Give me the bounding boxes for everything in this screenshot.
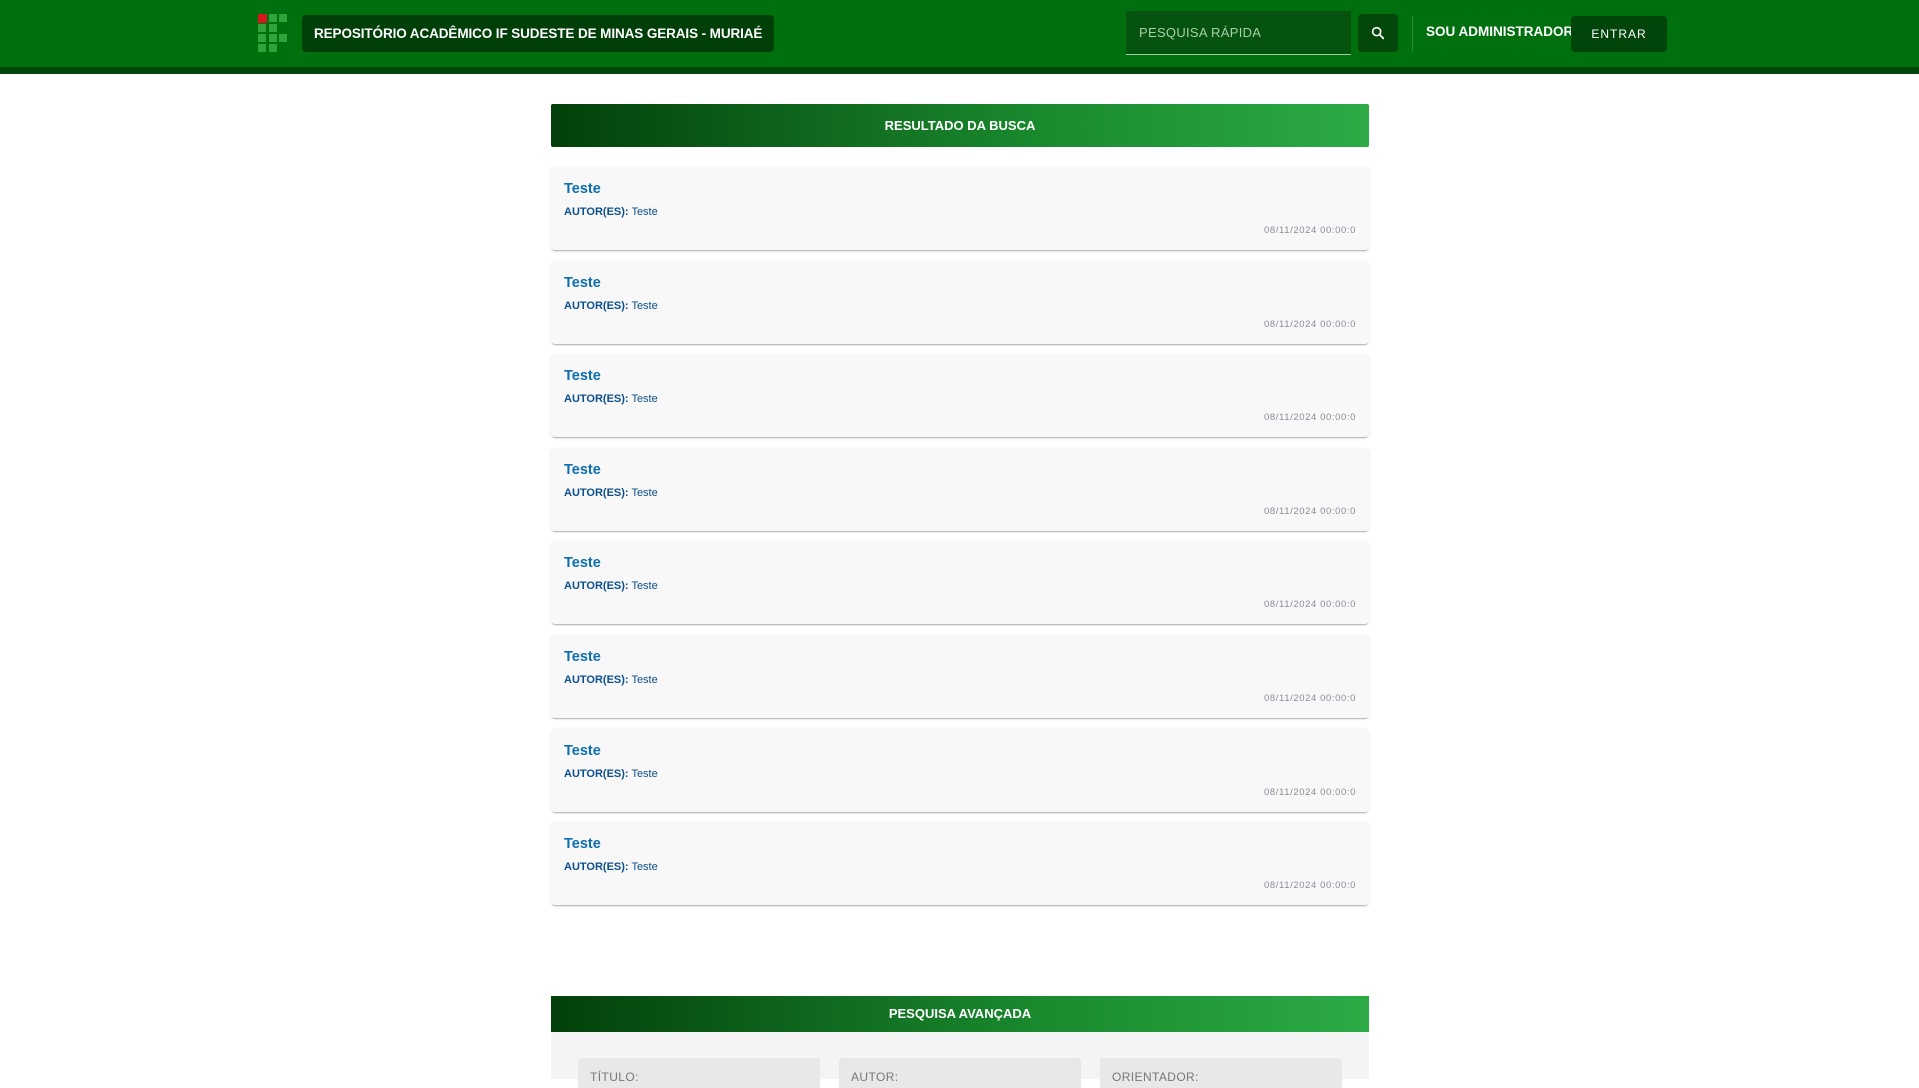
advanced-search-panel: TÍTULO: AUTOR: ORIENTADOR: — [551, 1032, 1369, 1088]
result-title[interactable]: Teste — [564, 275, 601, 291]
result-authors: AUTOR(ES): Teste — [564, 674, 658, 686]
result-date: 08/11/2024 00:00:0 — [1264, 880, 1356, 892]
author-prefix: AUTOR(ES): — [564, 299, 629, 312]
author-names: Teste — [631, 206, 658, 218]
result-title[interactable]: Teste — [564, 462, 601, 478]
author-names: Teste — [631, 861, 658, 874]
author-names: Teste — [631, 673, 658, 686]
search-icon — [1371, 26, 1385, 40]
site-title[interactable]: REPOSITÓRIO ACADÊMICO IF SUDESTE DE MINA… — [302, 15, 775, 52]
author-names: Teste — [631, 767, 658, 780]
author-names: Teste — [631, 580, 658, 593]
result-date: 08/11/2024 00:00:0 — [1264, 599, 1356, 611]
result-title[interactable]: Teste — [564, 555, 601, 571]
result-authors: AUTOR(ES): Teste — [564, 580, 658, 592]
title-field-label: TÍTULO: — [590, 1070, 639, 1084]
quick-search-field[interactable] — [1126, 11, 1351, 55]
result-authors: AUTOR(ES): Teste — [564, 487, 658, 499]
result-authors: AUTOR(ES): Teste — [564, 206, 658, 218]
result-card[interactable]: Teste AUTOR(ES): Teste 08/11/2024 00:00:… — [551, 167, 1369, 250]
advisor-field[interactable]: ORIENTADOR: — [1100, 1058, 1342, 1088]
results-list: Teste AUTOR(ES): Teste 08/11/2024 00:00:… — [551, 167, 1369, 916]
advanced-search-heading: PESQUISA AVANÇADA — [551, 996, 1369, 1032]
result-card[interactable]: Teste AUTOR(ES): Teste 08/11/2024 00:00:… — [551, 822, 1369, 906]
navbar-bottom-stripe — [0, 67, 1919, 74]
quick-search-input[interactable] — [1126, 11, 1351, 54]
author-names: Teste — [631, 299, 658, 312]
author-prefix: AUTOR(ES): — [564, 486, 629, 499]
result-card[interactable]: Teste AUTOR(ES): Teste 08/11/2024 00:00:… — [551, 354, 1369, 438]
author-prefix: AUTOR(ES): — [564, 393, 629, 406]
search-button[interactable] — [1358, 14, 1398, 52]
author-field-label: AUTOR: — [851, 1070, 899, 1084]
result-date: 08/11/2024 00:00:0 — [1264, 318, 1356, 330]
result-date: 08/11/2024 00:00:0 — [1264, 225, 1356, 236]
result-card[interactable]: Teste AUTOR(ES): Teste 08/11/2024 00:00:… — [551, 634, 1369, 718]
author-prefix: AUTOR(ES): — [564, 580, 629, 593]
results-heading: RESULTADO DA BUSCA — [551, 104, 1369, 147]
author-names: Teste — [631, 486, 658, 499]
header-divider — [1412, 16, 1413, 52]
result-authors: AUTOR(ES): Teste — [564, 300, 658, 312]
result-authors: AUTOR(ES): Teste — [564, 861, 658, 873]
result-date: 08/11/2024 00:00:0 — [1264, 786, 1356, 798]
author-prefix: AUTOR(ES): — [564, 861, 629, 874]
result-title[interactable]: Teste — [564, 181, 601, 197]
author-prefix: AUTOR(ES): — [564, 767, 629, 780]
result-date: 08/11/2024 00:00:0 — [1264, 412, 1356, 424]
result-authors: AUTOR(ES): Teste — [564, 768, 658, 780]
author-prefix: AUTOR(ES): — [564, 673, 629, 686]
admin-label: SOU ADMINISTRADOR: — [1426, 24, 1578, 39]
result-authors: AUTOR(ES): Teste — [564, 393, 658, 405]
result-title[interactable]: Teste — [564, 836, 601, 852]
result-card[interactable]: Teste AUTOR(ES): Teste 08/11/2024 00:00:… — [551, 728, 1369, 812]
result-date: 08/11/2024 00:00:0 — [1264, 505, 1356, 517]
result-card[interactable]: Teste AUTOR(ES): Teste 08/11/2024 00:00:… — [551, 447, 1369, 531]
advisor-field-label: ORIENTADOR: — [1112, 1070, 1199, 1084]
if-logo-icon[interactable] — [258, 14, 288, 53]
enter-button[interactable]: ENTRAR — [1571, 16, 1667, 52]
result-card[interactable]: Teste AUTOR(ES): Teste 08/11/2024 00:00:… — [551, 541, 1369, 625]
title-field[interactable]: TÍTULO: — [578, 1058, 820, 1088]
result-title[interactable]: Teste — [564, 368, 601, 384]
result-date: 08/11/2024 00:00:0 — [1264, 692, 1356, 704]
result-title[interactable]: Teste — [564, 649, 601, 665]
author-names: Teste — [631, 393, 658, 406]
author-prefix: AUTOR(ES): — [564, 206, 629, 218]
author-field[interactable]: AUTOR: — [839, 1058, 1081, 1088]
result-card[interactable]: Teste AUTOR(ES): Teste 08/11/2024 00:00:… — [551, 260, 1369, 344]
result-title[interactable]: Teste — [564, 743, 601, 759]
